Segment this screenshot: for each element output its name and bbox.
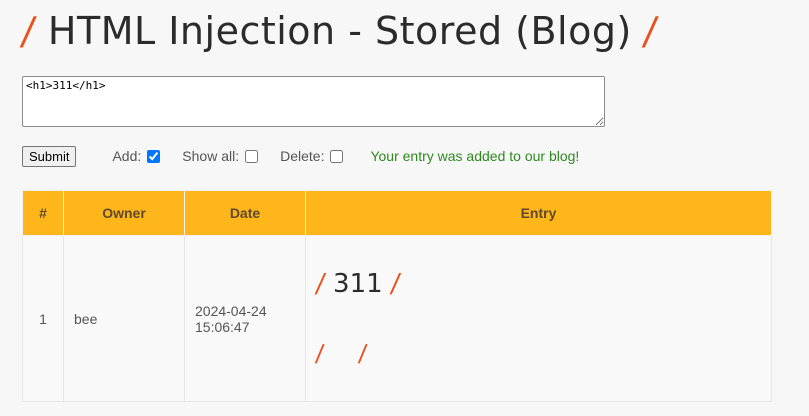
page-title: / HTML Injection - Stored (Blog) / [18, 8, 661, 54]
add-control: Add: [112, 148, 161, 164]
row-owner: bee [63, 235, 185, 402]
header-date: Date [184, 190, 306, 236]
delete-checkbox[interactable] [330, 149, 344, 163]
add-checkbox[interactable] [147, 149, 161, 163]
delete-label: Delete: [280, 148, 325, 164]
row-date-time: 15:06:47 [195, 318, 250, 335]
row-date-day: 2024-04-24 [195, 302, 267, 319]
title-slash-left: / [18, 9, 39, 53]
delete-control: Delete: [280, 148, 344, 164]
title-slash-right: / [641, 9, 661, 53]
show-all-label: Show all: [182, 148, 240, 164]
row-number: 1 [22, 235, 64, 402]
entry-heading: / 311 / [313, 267, 761, 301]
status-message: Your entry was added to our blog! [370, 148, 580, 164]
table-row: 1 bee 2024-04-24 15:06:47 / 311 / / / [22, 235, 772, 402]
empty-slash-right: / [357, 338, 369, 369]
entry-slash-right: / [388, 268, 402, 299]
submit-button[interactable]: Submit [22, 145, 77, 167]
entry-textarea[interactable]: <h1>311</h1> [22, 76, 605, 127]
entry-slash-left: / [313, 268, 327, 299]
header-owner: Owner [63, 190, 185, 236]
entry-heading-text: 311 [333, 268, 383, 299]
header-number: # [22, 190, 64, 236]
row-entry: / 311 / / / [305, 235, 772, 402]
form-controls: Submit Add: Show all: Delete: Your entry… [22, 145, 580, 167]
empty-slash-left: / [313, 338, 326, 369]
show-all-checkbox[interactable] [245, 149, 259, 163]
table-header-row: # Owner Date Entry [22, 190, 772, 236]
row-date: 2024-04-24 15:06:47 [184, 235, 306, 402]
blog-table: # Owner Date Entry 1 bee 2024-04-24 15:0… [22, 190, 772, 402]
header-entry: Entry [305, 190, 772, 236]
empty-heading: / / [313, 337, 761, 371]
page-title-text: HTML Injection - Stored (Blog) [47, 9, 632, 53]
add-label: Add: [112, 148, 142, 164]
show-all-control: Show all: [182, 148, 259, 164]
